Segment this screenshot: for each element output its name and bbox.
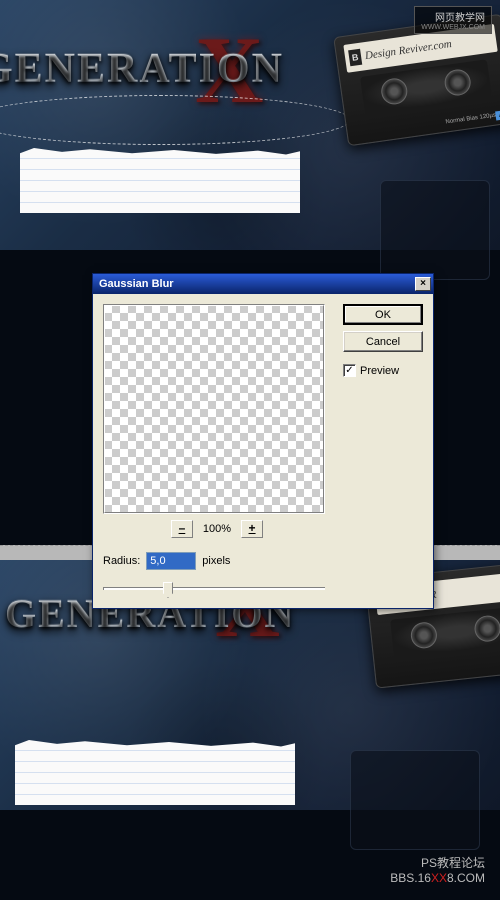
dialog-titlebar[interactable]: Gaussian Blur × [93,274,433,294]
preview-checkbox-label: Preview [360,365,399,377]
slider-thumb[interactable] [163,582,173,598]
reel-left [410,621,439,650]
radius-row: Radius: pixels [103,552,331,570]
cassette-window [390,606,500,657]
watermark-line1: 网页教学网 [421,9,485,24]
dialog-title: Gaussian Blur [99,278,174,290]
dialog-body: – 100% + Radius: pixels OK Cancel ✓ Prev… [93,294,433,608]
preview-column: – 100% + Radius: pixels [103,304,331,598]
cassette-title: Design Reviver.com [364,38,452,62]
radius-unit: pixels [202,555,230,567]
reel-left [380,77,409,106]
reel-right [443,68,472,97]
preview-checkbox-row[interactable]: ✓ Preview [343,364,423,377]
gaussian-blur-dialog: Gaussian Blur × – 100% + Radius: pixels [92,273,434,609]
footer-line2: BBS.16XX8.COM [390,871,485,885]
zoom-level: 100% [203,523,231,535]
preview-border [104,305,324,513]
side-panel [350,750,480,850]
close-button[interactable]: × [415,277,431,291]
banner-title: GENERATION [0,45,284,93]
preview-checkbox[interactable]: ✓ [343,364,356,377]
zoom-out-button[interactable]: – [171,520,193,538]
paper-scrap [20,148,300,213]
radius-slider[interactable] [103,580,325,598]
cassette-side: B [348,49,362,67]
cancel-button[interactable]: Cancel [343,331,423,352]
radius-input[interactable] [146,552,196,570]
watermark-line2: WWW.WEBJX.COM [421,24,485,31]
zoom-controls: – 100% + [103,520,331,538]
zoom-in-button[interactable]: + [241,520,263,538]
side-panel [380,180,490,280]
watermark: 网页教学网 WWW.WEBJX.COM [414,6,492,34]
ok-button[interactable]: OK [343,304,423,325]
button-column: OK Cancel ✓ Preview [343,304,423,598]
paper-scrap [15,740,295,805]
reel-right [473,614,500,643]
cassette-spec: Normal Bias 120µsEQ [445,111,500,125]
footer-line1: PS教程论坛 [390,854,485,871]
footer-watermark: PS教程论坛 BBS.16XX8.COM [390,854,485,885]
radius-label: Radius: [103,555,140,567]
slider-rail [103,587,325,590]
cassette-badge: A/60 [495,109,500,121]
preview-area[interactable] [103,304,325,514]
